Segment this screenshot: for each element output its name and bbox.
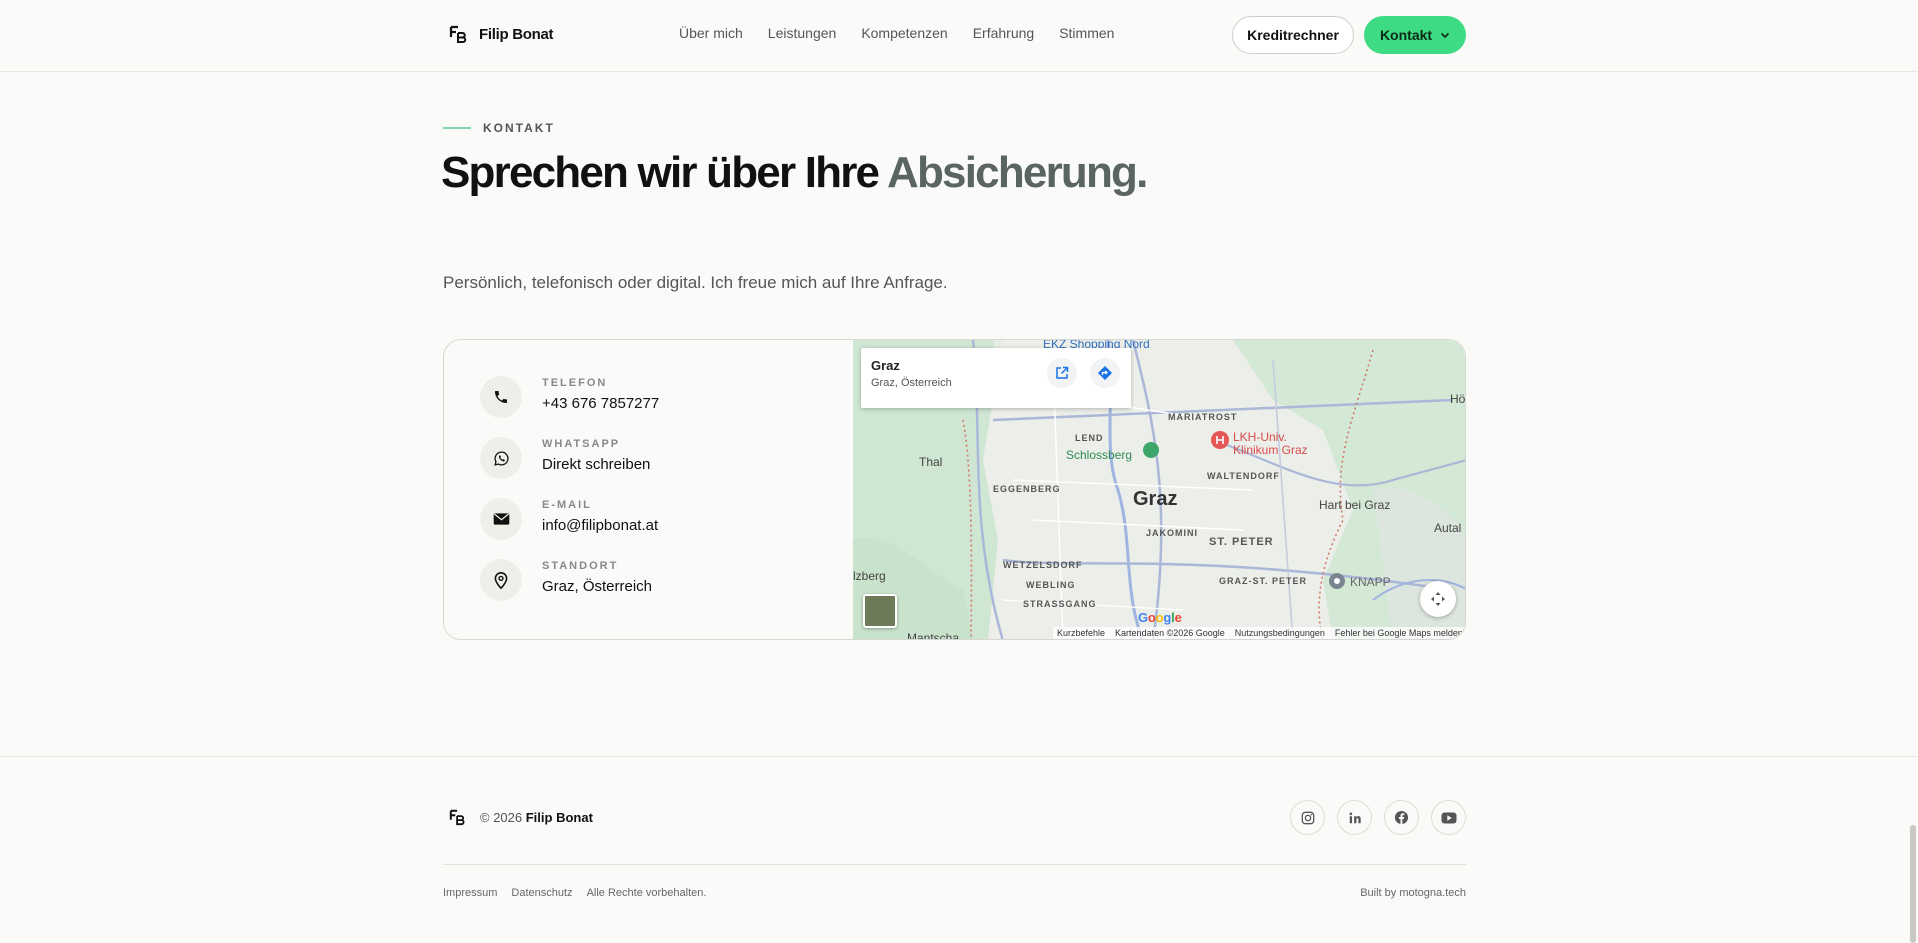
map-label: MARIATROST: [1168, 412, 1238, 422]
facebook-icon[interactable]: [1384, 800, 1419, 835]
linkedin-icon[interactable]: [1337, 800, 1372, 835]
copyright-name: Filip Bonat: [525, 810, 593, 825]
map-info-subtitle: Graz, Österreich: [871, 377, 952, 389]
map-label: EGGENBERG: [993, 484, 1061, 494]
contact-label: E-MAIL: [542, 499, 592, 511]
mail-icon: [480, 498, 522, 540]
contact-label: WHATSAPP: [542, 438, 621, 450]
nav-item-ueber-mich[interactable]: Über mich: [679, 25, 743, 41]
section-eyebrow: KONTAKT: [443, 121, 555, 135]
kreditrechner-button[interactable]: Kreditrechner: [1232, 16, 1354, 54]
map-info-box: Graz Graz, Österreich: [861, 348, 1131, 408]
contact-item-whatsapp[interactable]: WHATSAPP Direkt schreiben: [480, 437, 659, 498]
site-header: Filip Bonat Über mich Leistungen Kompete…: [0, 0, 1918, 72]
chevron-down-icon: [1440, 32, 1450, 39]
kontakt-label: Kontakt: [1379, 27, 1433, 43]
eyebrow-text: KONTAKT: [483, 121, 555, 135]
map-label: KNAPP: [1350, 575, 1391, 589]
section-headline: Sprechen wir über Ihre Absicherung.: [441, 148, 1148, 198]
whatsapp-icon: [480, 437, 522, 479]
directions-icon[interactable]: [1090, 358, 1120, 388]
map-label: Klinikum Graz: [1233, 443, 1308, 457]
impressum-link[interactable]: Impressum: [443, 887, 497, 899]
map-label: STRASSGANG: [1023, 599, 1097, 609]
map-info-title: Graz: [871, 358, 900, 373]
contact-value: info@filipbonat.at: [542, 517, 659, 534]
copyright: © 2026 Filip Bonat: [480, 810, 593, 825]
map-attribution: Kurzbefehle Kartendaten ©2026 Google Nut…: [1053, 627, 1465, 639]
map-label: WALTENDORF: [1207, 471, 1280, 481]
nav-item-kompetenzen[interactable]: Kompetenzen: [861, 25, 947, 41]
fb-monogram-icon: [449, 25, 467, 43]
phone-icon: [480, 376, 522, 418]
location-pin-icon: [480, 559, 522, 601]
headline-main: Sprechen wir über Ihre: [441, 148, 887, 197]
contact-item-phone[interactable]: TELEFON +43 676 7857277: [480, 376, 659, 437]
footer-divider: [0, 756, 1918, 757]
nav-item-erfahrung[interactable]: Erfahrung: [973, 25, 1034, 41]
map-label: WETZELSDORF: [1003, 560, 1083, 570]
nav-item-stimmen[interactable]: Stimmen: [1059, 25, 1114, 41]
map-city-label: Graz: [1133, 488, 1178, 510]
rights-text: Alle Rechte vorbehalten.: [586, 887, 707, 899]
main-nav: Über mich Leistungen Kompetenzen Erfahru…: [679, 25, 1114, 41]
map-label: Hö: [1450, 392, 1466, 406]
map-label: Hart bei Graz: [1319, 498, 1391, 512]
contact-list: TELEFON +43 676 7857277 WHATSAPP Direkt …: [480, 376, 659, 620]
google-map[interactable]: MARIATROST LEND Schlossberg LKH-Univ. Kl…: [853, 340, 1466, 640]
brand-name: Filip Bonat: [479, 25, 554, 43]
map-footer-data: Kartendaten ©2026 Google: [1115, 628, 1225, 638]
map-label: Autal: [1434, 521, 1462, 535]
fb-monogram-icon: [449, 809, 465, 826]
kreditrechner-label: Kreditrechner: [1247, 27, 1339, 43]
map-label: WEBLING: [1026, 580, 1076, 590]
footer-line: [443, 864, 1466, 865]
eyebrow-line: [443, 127, 471, 129]
contact-item-email[interactable]: E-MAIL info@filipbonat.at: [480, 498, 659, 559]
contact-card: TELEFON +43 676 7857277 WHATSAPP Direkt …: [443, 339, 1466, 640]
nav-item-leistungen[interactable]: Leistungen: [768, 25, 837, 41]
map-label: LKH-Univ.: [1233, 430, 1287, 444]
google-logo: Google: [1138, 610, 1182, 625]
map-label: lzberg: [853, 569, 886, 583]
brand-logo[interactable]: Filip Bonat: [449, 24, 554, 44]
map-label: Schlossberg: [1066, 448, 1133, 462]
map-label: ST. PETER: [1209, 536, 1274, 548]
satellite-toggle-thumbnail[interactable]: [863, 594, 897, 628]
contact-value: +43 676 7857277: [542, 395, 660, 412]
instagram-icon[interactable]: [1290, 800, 1325, 835]
map-label: LEND: [1075, 433, 1104, 443]
kontakt-button[interactable]: Kontakt: [1364, 16, 1466, 54]
open-external-icon[interactable]: [1047, 358, 1077, 388]
map-footer-report[interactable]: Fehler bei Google Maps melden: [1335, 628, 1463, 639]
section-lede: Persönlich, telefonisch oder digital. Ic…: [443, 273, 948, 292]
contact-label: TELEFON: [542, 377, 608, 389]
map-label: Mantscha: [907, 631, 960, 640]
contact-label: STANDORT: [542, 560, 619, 572]
legal-links: Impressum Datenschutz Alle Rechte vorbeh…: [443, 887, 706, 899]
built-by[interactable]: Built by motogna.tech: [1355, 887, 1466, 899]
datenschutz-link[interactable]: Datenschutz: [511, 887, 572, 899]
map-label: JAKOMINI: [1146, 528, 1199, 538]
social-links: [1290, 800, 1466, 835]
contact-value: Graz, Österreich: [542, 578, 653, 595]
map-label: Thal: [919, 455, 943, 469]
contact-item-location[interactable]: STANDORT Graz, Österreich: [480, 559, 659, 620]
copyright-prefix: © 2026: [480, 810, 526, 825]
fullscreen-icon[interactable]: [1420, 581, 1456, 617]
map-footer-terms[interactable]: Nutzungsbedingungen: [1235, 628, 1325, 639]
contact-value: Direkt schreiben: [542, 456, 651, 473]
map-footer-shortcuts[interactable]: Kurzbefehle: [1057, 628, 1105, 639]
page-scrollbar[interactable]: [1910, 825, 1916, 943]
youtube-icon[interactable]: [1431, 800, 1466, 835]
map-label: GRAZ-ST. PETER: [1219, 576, 1308, 586]
headline-accent: Absicherung.: [887, 148, 1148, 197]
